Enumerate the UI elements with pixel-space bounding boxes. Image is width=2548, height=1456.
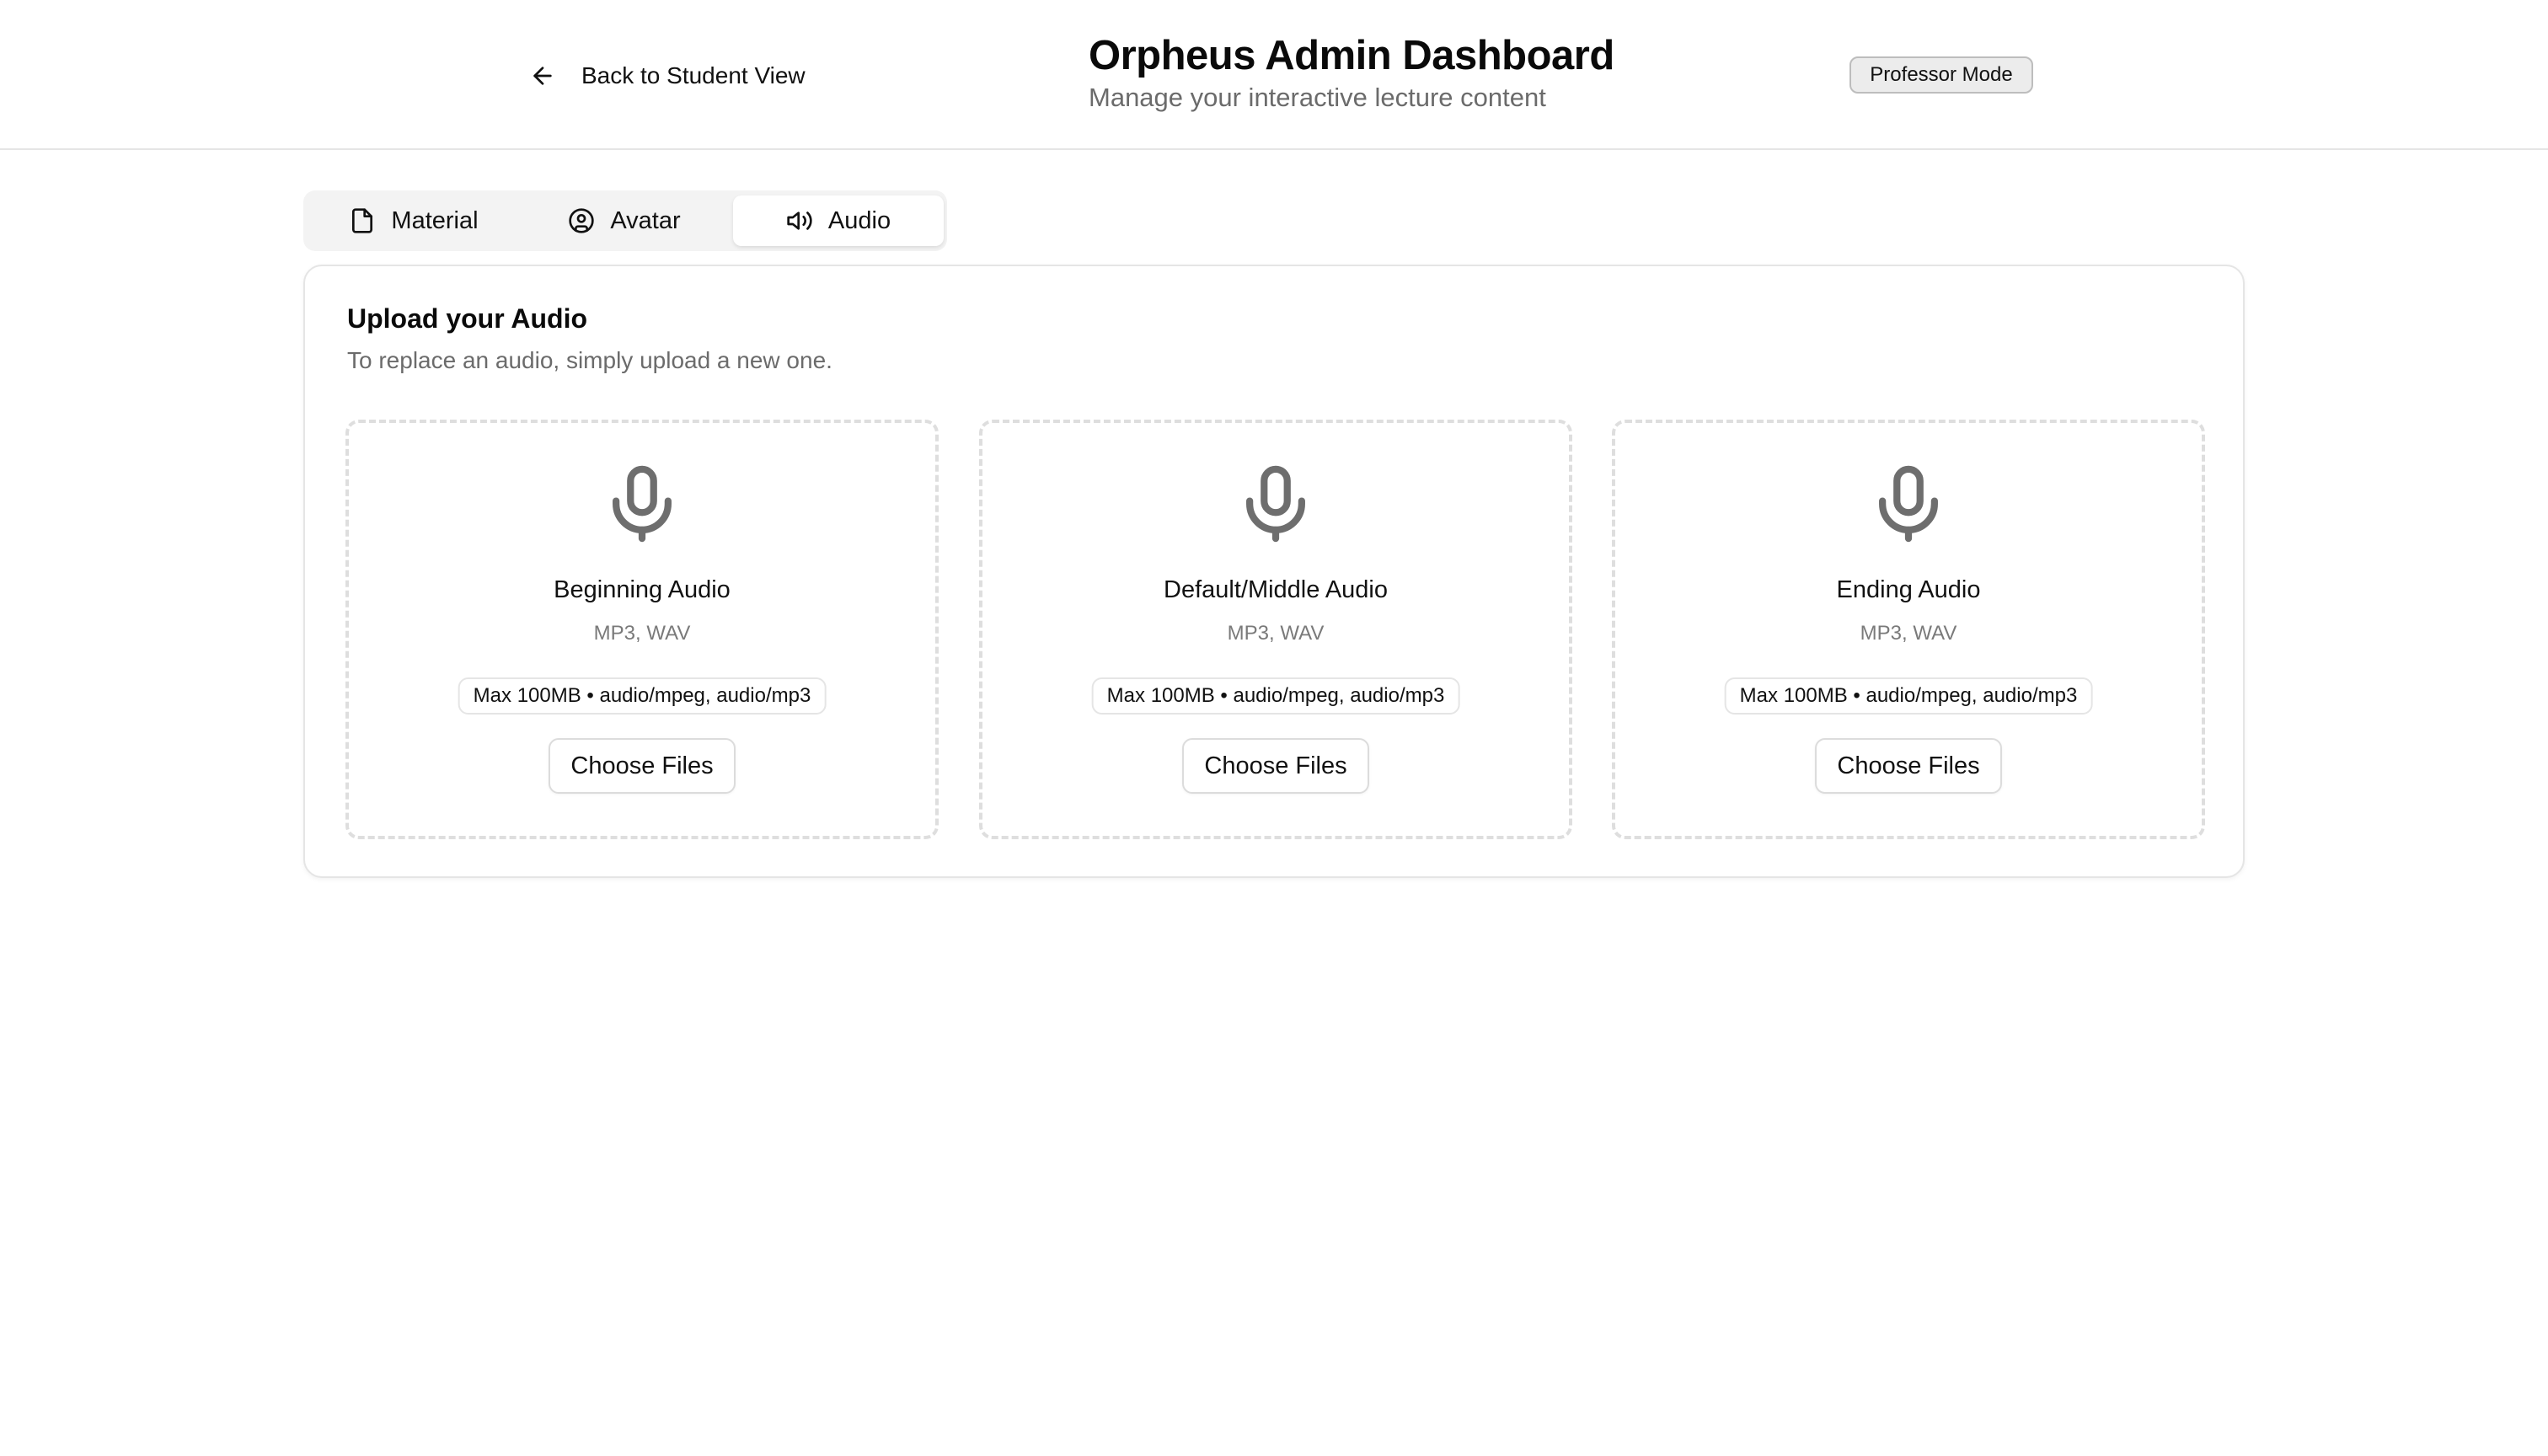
professor-mode-badge: Professor Mode <box>1849 56 2033 94</box>
file-icon <box>352 208 373 233</box>
back-link-label: Back to Student View <box>581 62 806 88</box>
audio-upload-card: Upload your Audio To replace an audio, s… <box>303 265 2245 878</box>
dropzone-formats: MP3, WAV <box>593 622 691 645</box>
choose-files-button[interactable]: Choose Files <box>549 738 736 794</box>
microphone-icon <box>1246 465 1305 543</box>
tab-list: Material Avatar Audio <box>303 190 947 251</box>
title-block: Orpheus Admin Dashboard Manage your inte… <box>1089 30 1614 115</box>
dropzone-label: Default/Middle Audio <box>1164 576 1388 603</box>
microphone-icon <box>1879 465 1938 543</box>
dropzone-formats: MP3, WAV <box>1227 622 1325 645</box>
tab-material[interactable]: Material <box>308 195 519 246</box>
header: Back to Student View Orpheus Admin Dashb… <box>0 0 2548 150</box>
card-description: To replace an audio, simply upload a new… <box>347 347 832 373</box>
dropzone-limits-badge: Max 100MB • audio/mpeg, audio/mp3 <box>1091 677 1460 715</box>
dropzone-label: Ending Audio <box>1836 576 1981 603</box>
choose-files-button[interactable]: Choose Files <box>1182 738 1369 794</box>
tab-audio[interactable]: Audio <box>733 195 944 246</box>
speaker-icon <box>787 211 812 230</box>
dropzone-limits-badge: Max 100MB • audio/mpeg, audio/mp3 <box>1724 677 2093 715</box>
beginning-audio-dropzone[interactable]: Beginning Audio MP3, WAV Max 100MB • aud… <box>345 420 939 839</box>
card-title: Upload your Audio <box>347 303 588 334</box>
back-to-student-view-link[interactable]: Back to Student View <box>529 59 806 93</box>
user-circle-icon <box>569 208 595 233</box>
tab-avatar-label: Avatar <box>610 206 681 234</box>
dropzone-limits-badge: Max 100MB • audio/mpeg, audio/mp3 <box>458 677 827 715</box>
tab-audio-label: Audio <box>827 206 891 234</box>
choose-files-button[interactable]: Choose Files <box>1815 738 2002 794</box>
page-title: Orpheus Admin Dashboard <box>1089 33 1614 78</box>
ending-audio-dropzone[interactable]: Ending Audio MP3, WAV Max 100MB • audio/… <box>1612 420 2205 839</box>
arrow-left-icon <box>533 67 552 85</box>
microphone-icon <box>613 465 672 543</box>
tab-avatar[interactable]: Avatar <box>519 195 730 246</box>
dropzone-label: Beginning Audio <box>554 576 731 603</box>
tab-material-label: Material <box>391 206 479 234</box>
dropzone-formats: MP3, WAV <box>1860 622 1957 645</box>
middle-audio-dropzone[interactable]: Default/Middle Audio MP3, WAV Max 100MB … <box>979 420 1572 839</box>
page-subtitle: Manage your interactive lecture content <box>1089 83 1546 112</box>
